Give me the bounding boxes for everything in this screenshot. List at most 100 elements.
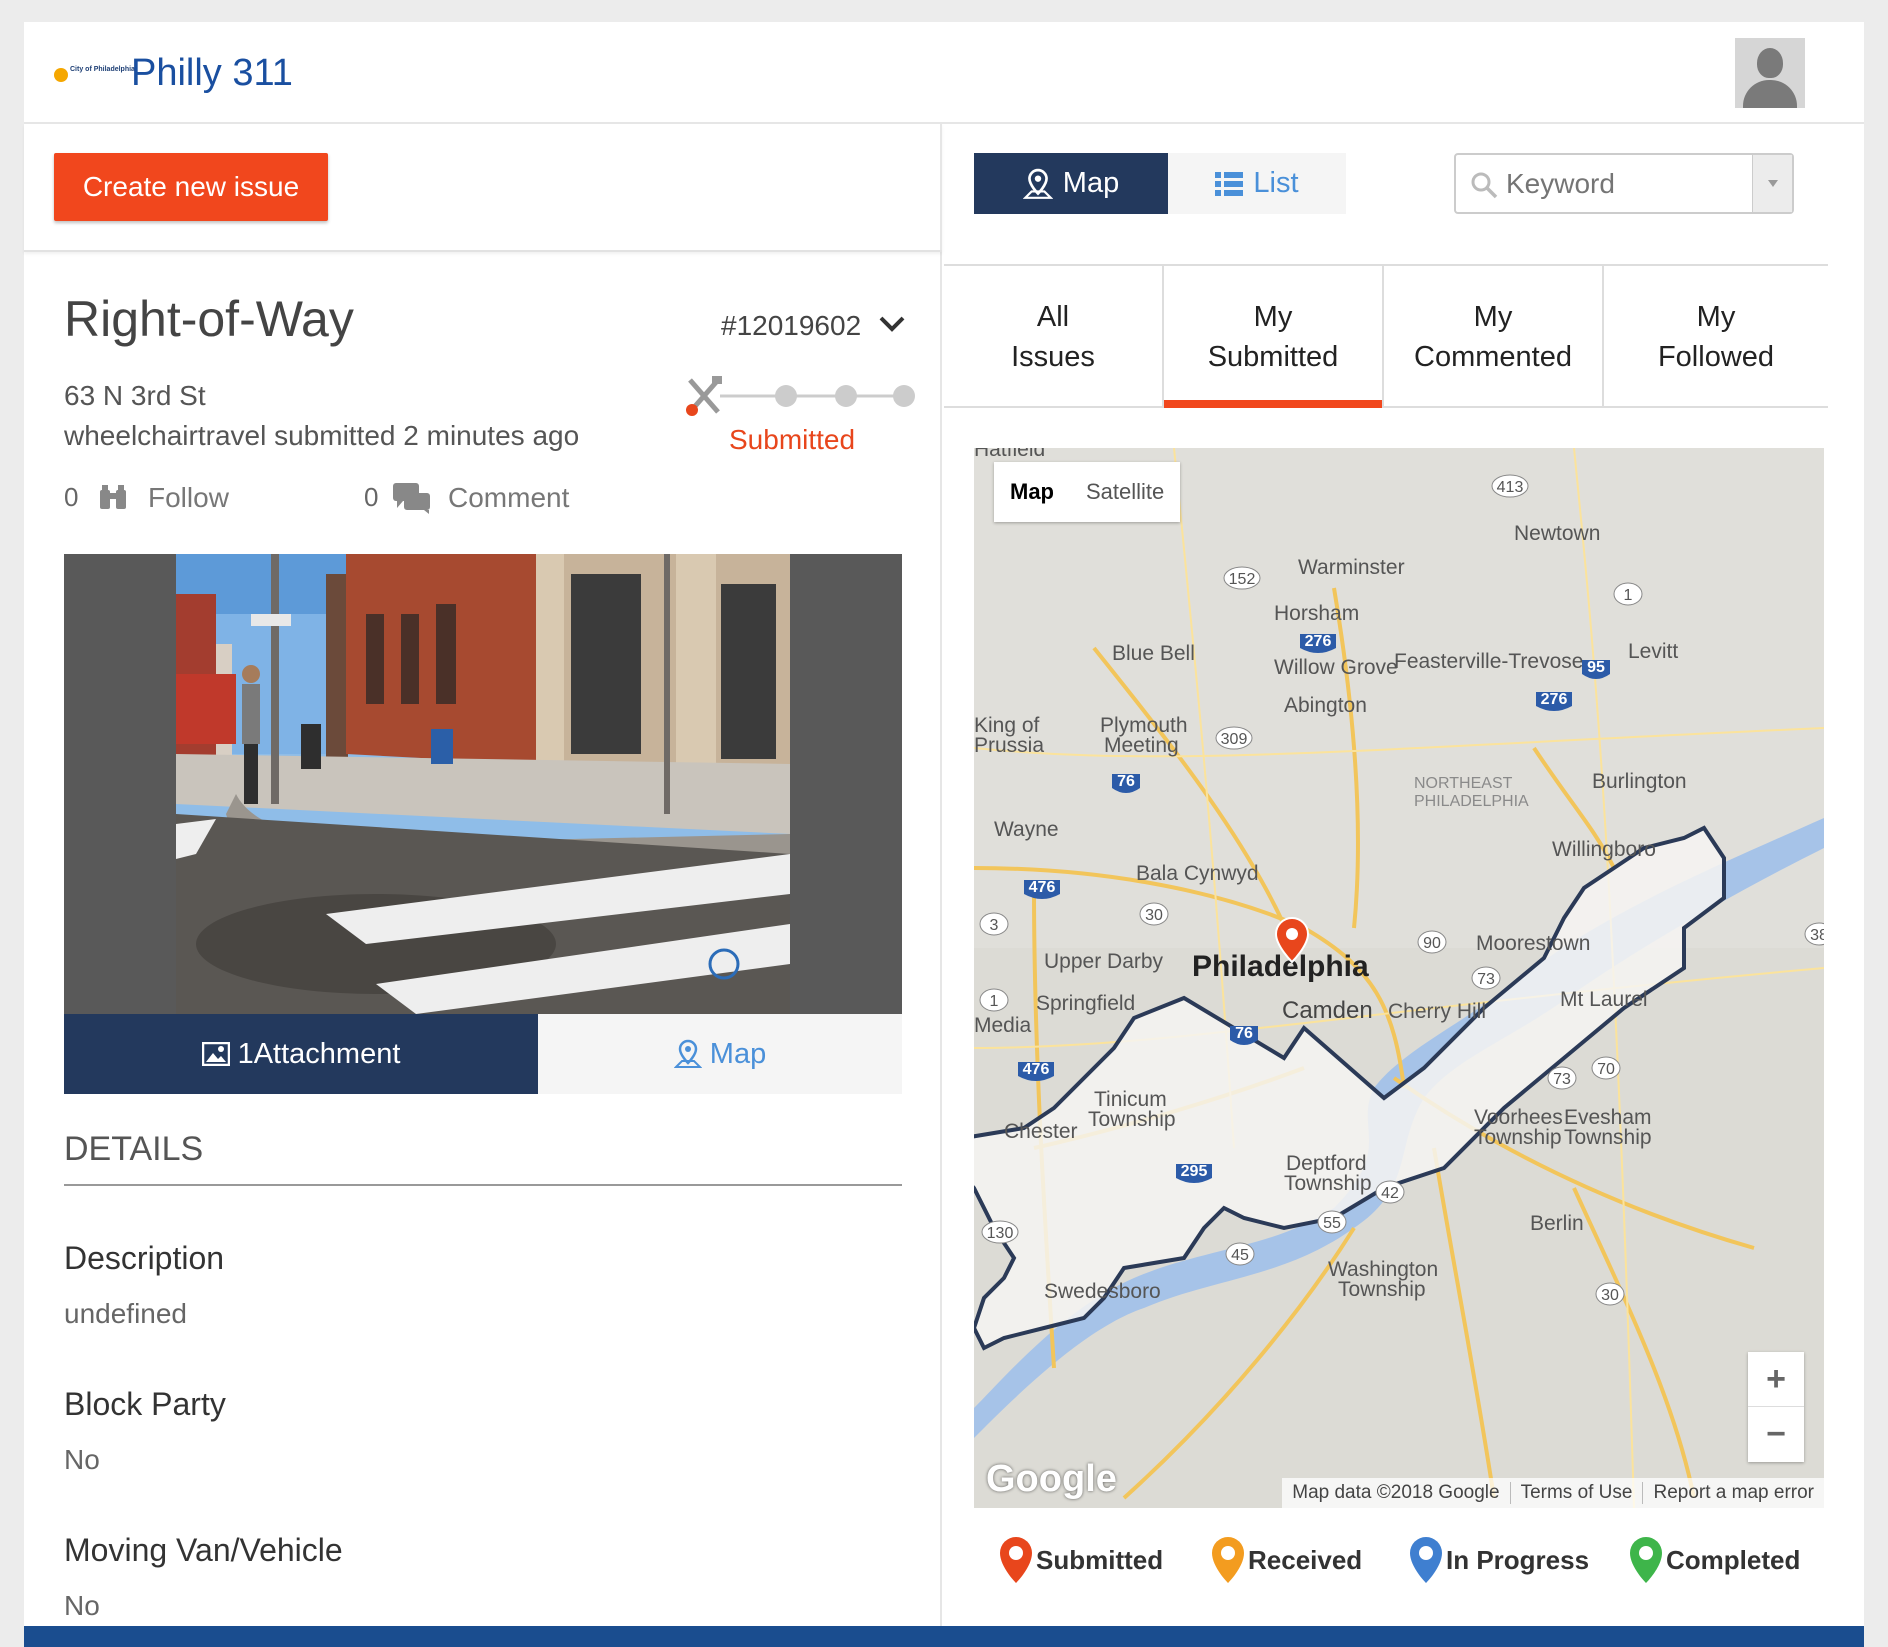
svg-text:Philadelphia: Philadelphia [1192,950,1369,983]
svg-text:Horsham: Horsham [1274,602,1359,625]
search-input[interactable] [1506,165,1736,203]
map-canvas[interactable]: Newtown Warminster Horsham Blue Bell Wil… [974,448,1824,1508]
details-heading: DETAILS [64,1130,204,1168]
svg-text:42: 42 [1381,1185,1399,1202]
svg-text:90: 90 [1423,935,1441,952]
svg-text:PHILADELPHIA: PHILADELPHIA [1414,793,1529,810]
tab-my-commented-line1: My [1473,301,1513,333]
issue-photo[interactable] [176,554,790,1014]
map-type-map-button[interactable]: Map [994,462,1070,522]
svg-text:95: 95 [1587,659,1605,676]
tab-all-issues-line2: Issues [1011,341,1095,373]
map-type-toggle: Map Satellite [994,462,1181,522]
search-dropdown-toggle[interactable] [1752,155,1792,212]
follow-button[interactable]: Follow [148,482,229,514]
create-issue-button[interactable]: Create new issue [54,153,328,221]
avatar-head [1757,48,1783,78]
top-header: City of Philadelphia Philly 311 [24,22,1864,124]
svg-text:Willow Grove: Willow Grove [1274,656,1398,679]
svg-text:Cherry Hill: Cherry Hill [1388,1000,1486,1023]
chevron-down-icon[interactable] [877,312,907,336]
svg-text:276: 276 [1541,691,1568,708]
tab-my-commented-line2: Commented [1414,341,1572,373]
comment-button[interactable]: Comment [448,482,569,514]
tools-icon [686,376,722,416]
field-value-moving-van: No [64,1590,100,1621]
svg-text:Berlin: Berlin [1530,1212,1584,1235]
map-pin-icon [1410,1537,1442,1583]
view-list-label: List [1253,167,1299,199]
tab-my-submitted[interactable]: My Submitted [1164,266,1384,408]
field-label-moving-van: Moving Van/Vehicle [64,1532,343,1568]
svg-text:Swedesboro: Swedesboro [1044,1280,1161,1303]
filter-tabs: All Issues My Submitted My Commented My Foll… [944,264,1828,408]
tab-all-issues-line1: All [1036,301,1070,333]
map-data-credit: Map data ©2018 Google [1292,1482,1500,1503]
binoculars-icon[interactable] [99,484,127,510]
map-attribution: Map data ©2018 Google Terms of Use Repor… [1282,1478,1824,1508]
tab-my-followed[interactable]: My Followed [1604,266,1828,408]
svg-text:76: 76 [1235,1025,1253,1042]
svg-text:45: 45 [1231,1247,1249,1264]
app-window: City of Philadelphia Philly 311 Create n… [24,22,1864,1647]
image-icon [201,1042,230,1066]
svg-text:3: 3 [990,917,999,934]
svg-text:276: 276 [1305,633,1332,650]
svg-text:30: 30 [1145,907,1163,924]
comment-bubbles-icon[interactable] [392,482,432,514]
list-icon [1215,171,1244,196]
svg-text:Meeting: Meeting [1104,734,1179,757]
status-legend: Submitted Received In Progress Completed [974,1508,1824,1618]
svg-text:55: 55 [1323,1215,1341,1232]
svg-text:Hatfield: Hatfield [974,448,1045,461]
svg-text:Wayne: Wayne [994,818,1059,841]
terms-of-use-link[interactable]: Terms of Use [1509,1482,1643,1504]
svg-text:Upper Darby: Upper Darby [1044,950,1164,973]
tab-my-commented[interactable]: My Commented [1384,266,1604,408]
issue-number[interactable]: #12019602 [721,310,861,342]
details-divider [64,1184,902,1186]
footer-bar [24,1626,1864,1647]
svg-text:Newtown: Newtown [1514,522,1600,545]
app-title[interactable]: Philly 311 [131,52,293,95]
map-pin-icon [1630,1537,1662,1583]
city-logo[interactable]: City of Philadelphia [54,66,136,86]
svg-text:1: 1 [1624,587,1633,604]
svg-text:130: 130 [987,1225,1014,1242]
status-progress-tracker [686,376,915,416]
street-photo-illustration [176,554,790,1014]
map-type-satellite-button[interactable]: Satellite [1070,462,1180,522]
attachment-tab-label: 1Attachment [237,1037,401,1070]
svg-text:38: 38 [1810,927,1824,944]
zoom-out-button[interactable]: − [1748,1407,1804,1462]
report-map-error-link[interactable]: Report a map error [1642,1482,1824,1504]
svg-text:Blue Bell: Blue Bell [1112,642,1195,665]
svg-text:Chester: Chester [1004,1120,1078,1143]
svg-text:Prussia: Prussia [974,734,1044,757]
tab-my-submitted-line2: Submitted [1207,341,1339,373]
issue-submitted-line: wheelchairtravel submitted 2 minutes ago [64,420,580,451]
view-map-button[interactable]: Map [974,153,1168,214]
svg-text:476: 476 [1029,879,1056,896]
svg-text:Township: Township [1338,1278,1426,1301]
field-value-description: undefined [64,1298,188,1329]
svg-text:Township: Township [1474,1126,1562,1149]
view-list-button[interactable]: List [1168,153,1346,214]
tab-all-issues[interactable]: All Issues [944,266,1164,408]
keyword-search[interactable] [1454,153,1794,214]
svg-text:NORTHEAST: NORTHEAST [1414,775,1513,792]
user-avatar[interactable] [1735,38,1805,108]
follow-count: 0 [64,482,79,512]
map-tab[interactable]: Map [538,1014,902,1094]
attachment-tab[interactable]: 1Attachment [64,1014,538,1094]
map-pin-icon [1212,1537,1244,1583]
legend-item-received: Received [1210,1532,1362,1588]
svg-text:Media: Media [974,1014,1032,1037]
zoom-in-button[interactable]: + [1748,1352,1804,1407]
avatar-body [1743,80,1797,108]
svg-text:Levitt: Levitt [1628,640,1678,663]
svg-text:Bala Cynwyd: Bala Cynwyd [1136,862,1259,885]
issues-map[interactable]: Newtown Warminster Horsham Blue Bell Wil… [974,448,1824,1508]
svg-text:Township: Township [1564,1126,1652,1149]
svg-text:Camden: Camden [1282,997,1373,1024]
